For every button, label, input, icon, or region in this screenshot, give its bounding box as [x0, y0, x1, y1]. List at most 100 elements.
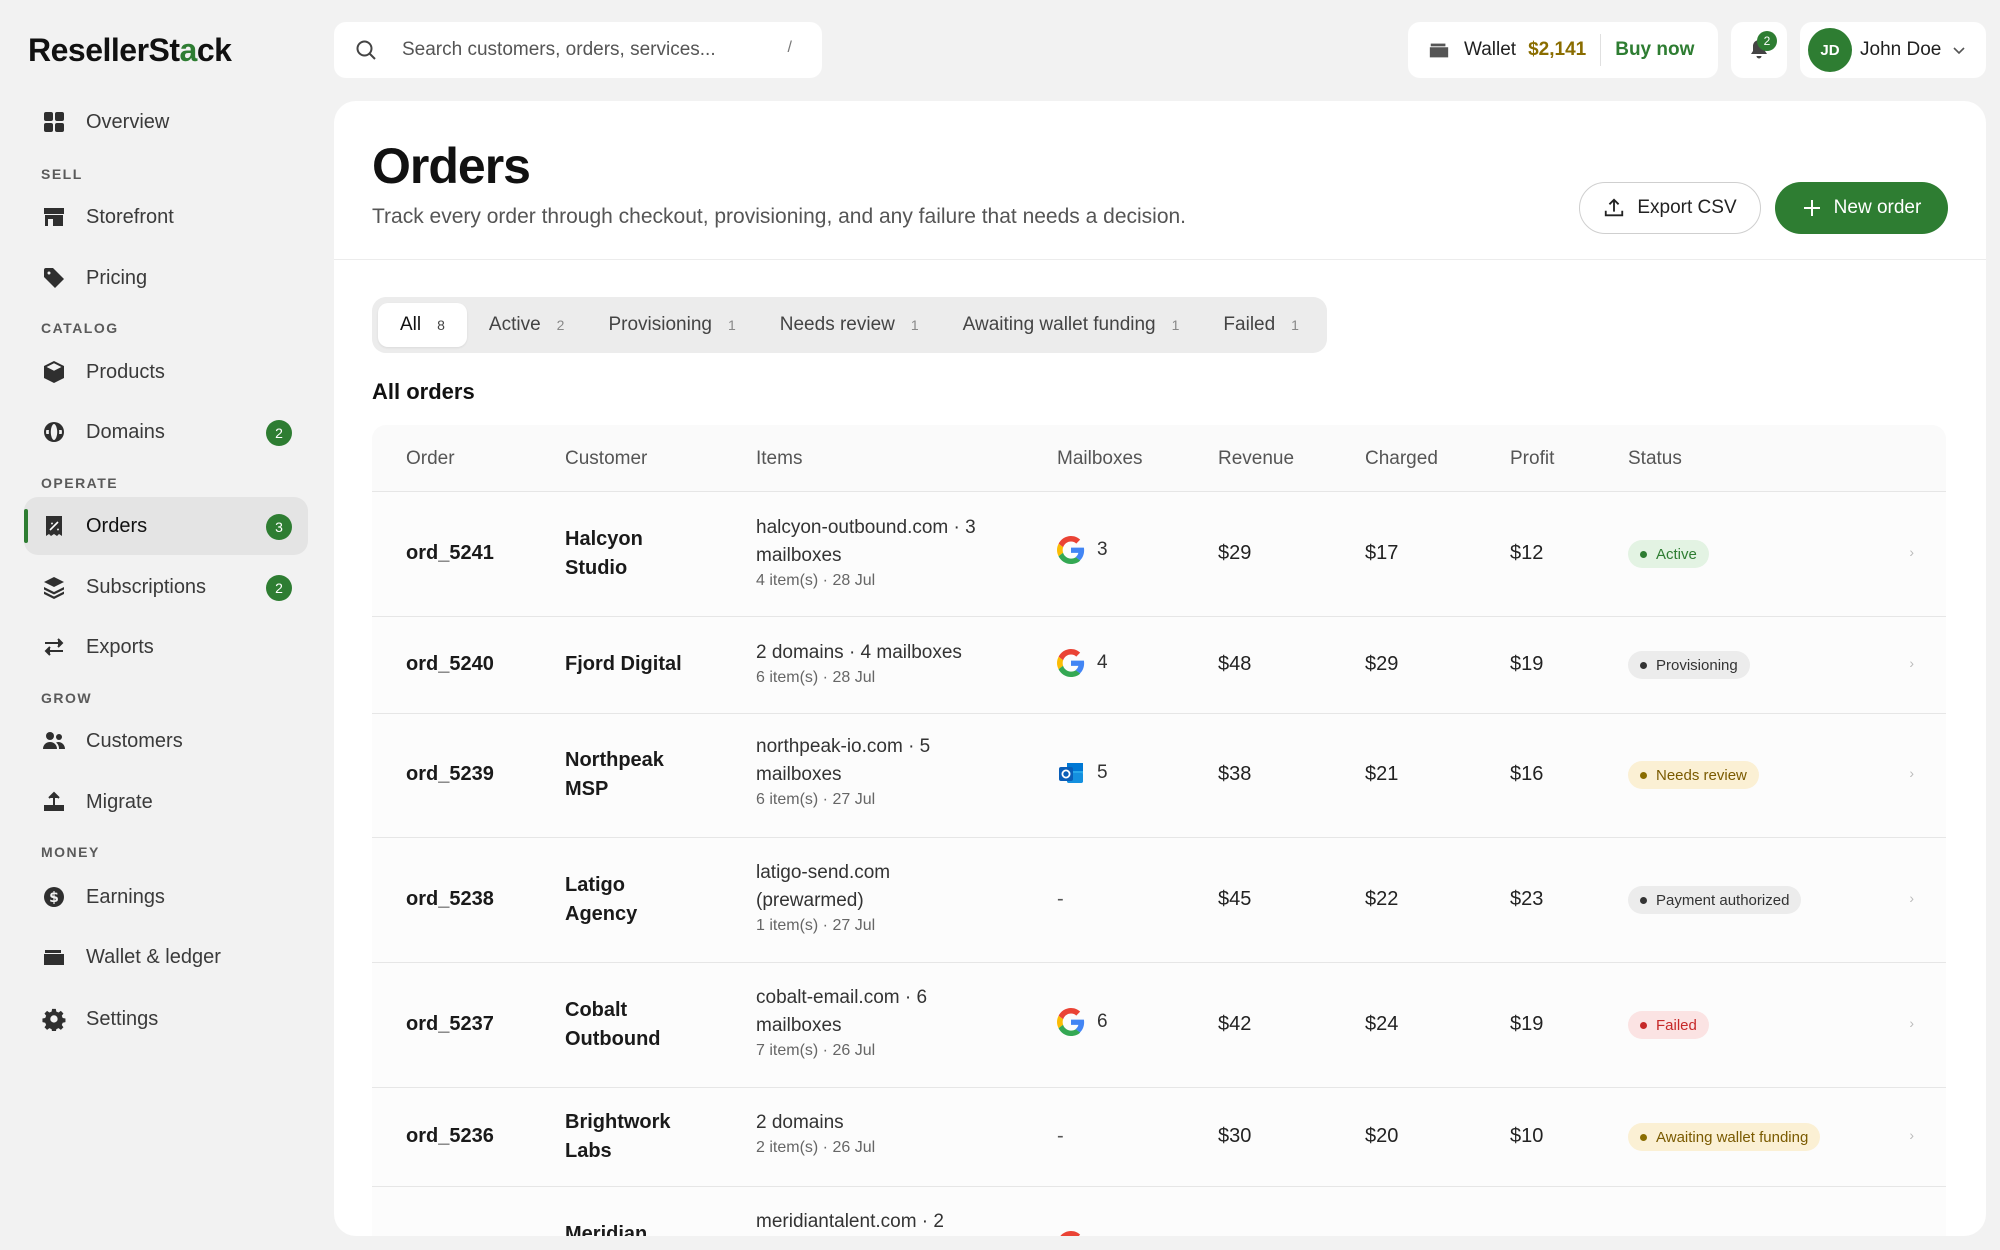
order-id[interactable]: ord_5240	[406, 653, 494, 676]
chevron-right-icon[interactable]: ›	[1909, 655, 1914, 671]
page-title: Orders	[372, 138, 531, 194]
tab-count: 8	[437, 317, 445, 333]
sidebar-item-domains[interactable]: Domains 2	[24, 403, 308, 461]
sidebar-item-storefront[interactable]: Storefront	[24, 188, 308, 246]
column-header-customer[interactable]: Customer	[565, 448, 647, 470]
profit: $23	[1510, 888, 1544, 910]
status-badge: Awaiting wallet funding	[1628, 1123, 1821, 1151]
sidebar-item-overview[interactable]: Overview	[24, 93, 308, 151]
wallet-balance: $2,141	[1528, 39, 1587, 60]
order-id[interactable]: ord_5236	[406, 1125, 494, 1148]
new-order-button[interactable]: New order	[1775, 182, 1948, 234]
mailboxes-cell	[1057, 1231, 1097, 1236]
status-badge: Payment authorized	[1628, 886, 1802, 914]
brand-logo[interactable]: ResellerStack	[28, 32, 232, 69]
sidebar-item-earnings[interactable]: $ Earnings	[24, 868, 308, 926]
nav-section-money: MONEY	[41, 844, 100, 860]
sidebar-item-settings[interactable]: Settings	[24, 990, 308, 1048]
notifications-button[interactable]: 2	[1731, 22, 1787, 78]
items-summary: cobalt-email.com · 6 mailboxes	[756, 987, 928, 1036]
sidebar-item-pricing[interactable]: Pricing	[24, 249, 308, 307]
tab-all[interactable]: All 8	[378, 303, 467, 347]
column-header-profit[interactable]: Profit	[1510, 448, 1554, 470]
charged: $29	[1365, 653, 1399, 675]
sidebar-item-exports[interactable]: Exports	[24, 618, 308, 676]
search-shortcut-hint: /	[787, 39, 792, 56]
google-icon	[1057, 1008, 1085, 1036]
table-row[interactable]: ord_5237 Cobalt Outbound cobalt-email.co…	[372, 963, 1946, 1088]
sidebar-item-subscriptions[interactable]: Subscriptions 2	[24, 558, 308, 616]
tab-active[interactable]: Active 2	[467, 303, 587, 347]
sidebar-item-orders[interactable]: Orders 3	[24, 497, 308, 555]
table-row[interactable]: ord_5239 Northpeak MSP northpeak-io.com …	[372, 714, 1946, 838]
mailbox-count: 5	[1097, 762, 1108, 783]
tab-count: 1	[1171, 317, 1180, 333]
tab-awaiting-wallet-funding[interactable]: Awaiting wallet funding 1	[941, 303, 1202, 347]
status-badge: Active	[1628, 540, 1709, 568]
column-header-charged[interactable]: Charged	[1365, 448, 1438, 470]
revenue: $42	[1218, 1013, 1252, 1035]
orders-count-badge: 3	[266, 514, 292, 540]
globe-icon	[42, 420, 66, 444]
tab-failed[interactable]: Failed 1	[1201, 303, 1321, 347]
items-summary: 2 domains · 4 mailboxes	[756, 642, 962, 663]
customer-name: Cobalt Outbound	[565, 999, 661, 1050]
status-cell: Failed	[1628, 1011, 1709, 1039]
sidebar-item-customers[interactable]: Customers	[24, 712, 308, 770]
chevron-right-icon[interactable]: ›	[1909, 765, 1914, 781]
table-row[interactable]: ord_5236 Brightwork Labs 2 domains 2 ite…	[372, 1088, 1946, 1187]
box-icon	[42, 360, 66, 384]
dollar-circle-icon: $	[42, 885, 66, 909]
sidebar-item-wallet-ledger[interactable]: Wallet & ledger	[24, 928, 308, 986]
order-id[interactable]: ord_5239	[406, 763, 494, 786]
chevron-right-icon[interactable]: ›	[1909, 1127, 1914, 1143]
tab-label: Failed	[1223, 314, 1276, 335]
table-row[interactable]: ord_5238 Latigo Agency latigo-send.com (…	[372, 838, 1946, 963]
items-meta: 2 item(s) · 26 Jul	[756, 1139, 876, 1156]
customer-name: Halcyon Studio	[565, 528, 643, 579]
column-header-items[interactable]: Items	[756, 448, 802, 470]
order-id[interactable]: ord_5241	[406, 542, 494, 565]
search-bar[interactable]: /	[334, 22, 822, 78]
nav-section-catalog: CATALOG	[41, 320, 119, 336]
table-row[interactable]: Meridian meridiantalent.com · 2	[372, 1187, 1946, 1236]
export-csv-button[interactable]: Export CSV	[1579, 182, 1761, 234]
sidebar-item-migrate[interactable]: Migrate	[24, 773, 308, 831]
table-header: Order Customer Items Mailboxes Revenue C…	[372, 425, 1946, 492]
table-row[interactable]: ord_5241 Halcyon Studio halcyon-outbound…	[372, 492, 1946, 617]
order-id[interactable]: ord_5238	[406, 888, 494, 911]
order-id[interactable]: ord_5237	[406, 1013, 494, 1036]
chevron-right-icon[interactable]: ›	[1909, 1015, 1914, 1031]
mailbox-count: 4	[1097, 652, 1108, 673]
items-meta: 6 item(s) · 27 Jul	[756, 791, 876, 808]
buy-now-button[interactable]: Buy now	[1615, 39, 1694, 61]
revenue: $45	[1218, 888, 1252, 910]
google-icon	[1060, 1231, 1081, 1236]
status-cell: Awaiting wallet funding	[1628, 1123, 1821, 1151]
chevron-right-icon[interactable]: ›	[1909, 890, 1914, 906]
column-header-order[interactable]: Order	[406, 448, 455, 470]
items-meta: 1 item(s) · 27 Jul	[756, 917, 876, 934]
status-badge: Needs review	[1628, 761, 1759, 789]
swap-arrows-icon	[42, 635, 66, 659]
main-panel: Orders Track every order through checkou…	[334, 101, 1986, 1236]
sidebar-item-label: Settings	[86, 1007, 159, 1030]
user-menu[interactable]: JD John Doe	[1800, 22, 1986, 78]
page-subtitle: Track every order through checkout, prov…	[372, 205, 1187, 228]
search-input[interactable]	[402, 39, 762, 61]
chevron-right-icon[interactable]: ›	[1909, 544, 1914, 560]
column-header-mailboxes[interactable]: Mailboxes	[1057, 448, 1143, 470]
tab-needs-review[interactable]: Needs review 1	[758, 303, 941, 347]
chevron-down-icon	[1953, 47, 1965, 55]
sidebar-item-products[interactable]: Products	[24, 343, 308, 401]
items-summary: halcyon-outbound.com · 3 mailboxes	[756, 517, 976, 566]
profit: $19	[1510, 653, 1544, 675]
grid-icon	[42, 110, 66, 134]
column-header-status[interactable]: Status	[1628, 448, 1682, 470]
column-header-revenue[interactable]: Revenue	[1218, 448, 1294, 470]
status-cell: Active	[1628, 540, 1709, 568]
svg-text:$: $	[49, 890, 59, 906]
table-row[interactable]: ord_5240 Fjord Digital 2 domains · 4 mai…	[372, 617, 1946, 714]
tab-provisioning[interactable]: Provisioning 1	[586, 303, 757, 347]
mailboxes-cell: 5	[1057, 759, 1108, 787]
